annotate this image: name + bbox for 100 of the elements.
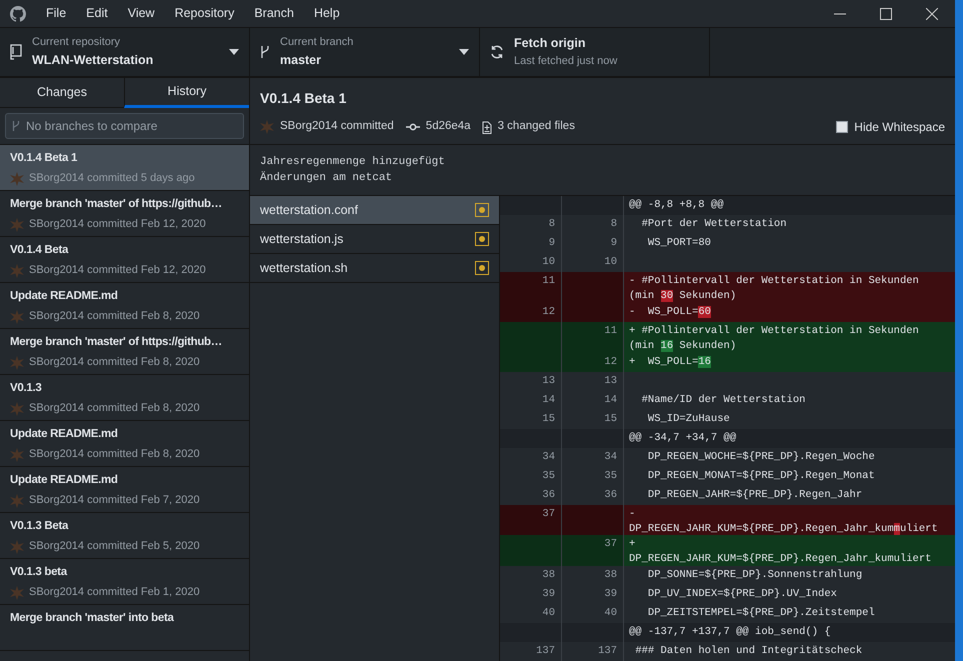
code-line: + #Pollintervall der Wetterstation in Sekunden (min 16 Sekunden)	[628, 324, 920, 352]
avatar-icon	[10, 540, 24, 554]
caret-icon	[229, 49, 239, 55]
sync-icon	[490, 45, 504, 59]
line-number: 12	[500, 302, 562, 322]
commit-meta: SBorg2014 committed Feb 7, 2020	[29, 493, 200, 508]
commit-title: Merge branch 'master' of https://github…	[10, 197, 223, 212]
code-line: - DP_REGEN_JAHR_KUM=${PRE_DP}.Regen_Jahr_kummuliert	[628, 506, 939, 536]
code-line: - WS_POLL=60	[628, 304, 712, 320]
branch-label: Current branch	[280, 35, 354, 50]
avatar-icon	[10, 218, 24, 232]
commit-meta: SBorg2014 committed Feb 12, 2020	[29, 217, 206, 232]
avatar-icon	[10, 494, 24, 508]
modified-status-icon	[475, 261, 489, 275]
avatar-icon	[10, 356, 24, 370]
branch-compare-field[interactable]: No branches to compare	[5, 113, 244, 139]
commit-title: V0.1.4 Beta	[10, 243, 70, 258]
commit-meta: SBorg2014 committed Feb 12, 2020	[29, 263, 206, 278]
branch-selector[interactable]: Current branch master	[250, 28, 480, 76]
code-line: #Name/ID der Wetterstation	[640, 392, 806, 408]
line-number: 13	[500, 372, 562, 390]
commit-meta: SBorg2014 committed Feb 8, 2020	[29, 355, 200, 370]
commit-author: SBorg2014 committed	[280, 119, 394, 134]
menu-item[interactable]: View	[118, 0, 165, 27]
avatar-icon	[260, 120, 274, 134]
commit-title: Update README.md	[10, 289, 119, 304]
code-line: ### Daten holen und Integritätscheck	[634, 644, 864, 659]
changed-files-count: 3 changed files	[498, 119, 575, 134]
menu-item[interactable]: Edit	[76, 0, 118, 27]
avatar-icon	[10, 172, 24, 186]
code-line: DP_REGEN_JAHR=${PRE_DP}.Regen_Jahr	[646, 488, 864, 502]
commit-summary-title: V0.1.4 Beta 1	[260, 89, 348, 108]
menu-item[interactable]: File	[36, 0, 76, 27]
commit-meta: SBorg2014 committed Feb 8, 2020	[29, 447, 200, 462]
line-number: 12	[562, 352, 624, 372]
gutter-cell	[500, 352, 562, 372]
hide-whitespace-checkbox[interactable]	[836, 121, 848, 133]
menu-item[interactable]: Repository	[164, 0, 244, 27]
repository-name: WLAN-Wetterstation	[32, 52, 154, 69]
hide-whitespace-label: Hide Whitespace	[854, 119, 945, 136]
commit-title: Update README.md	[10, 473, 119, 488]
file-diff-icon	[480, 120, 492, 134]
code-line: + DP_REGEN_JAHR_KUM=${PRE_DP}.Regen_Jahr_kumuliert	[628, 537, 932, 566]
gutter-cell	[500, 322, 562, 352]
commit-sha: 5d26e4a	[426, 119, 471, 134]
commit-message-line: Änderungen am netcat	[260, 170, 394, 186]
line-number: 13	[562, 372, 624, 390]
tab[interactable]: History	[124, 78, 249, 108]
commit-meta: SBorg2014 committed Feb 8, 2020	[29, 309, 200, 324]
avatar-icon	[10, 402, 24, 416]
hunk-header: @@ -137,7 +137,7 @@ iob_send() {	[628, 625, 832, 640]
file-name: wetterstation.conf	[260, 202, 358, 219]
code-line: WS_PORT=80	[646, 236, 712, 251]
code-line: DP_REGEN_WOCHE=${PRE_DP}.Regen_Woche	[646, 450, 876, 464]
branch-icon	[260, 44, 270, 60]
commit-title: V0.1.3	[10, 381, 42, 396]
code-line: - #Pollintervall der Wetterstation in Sekunden (min 30 Sekunden)	[628, 274, 920, 303]
avatar-icon	[10, 264, 24, 278]
repository-label: Current repository	[32, 35, 122, 50]
caret-icon	[459, 49, 469, 55]
commit-message-line: Jahresregenmenge hinzugefügt	[260, 155, 446, 170]
fetch-origin-button[interactable]: Fetch origin Last fetched just now	[480, 28, 710, 76]
menu-item[interactable]: Branch	[244, 0, 304, 27]
commit-list-item[interactable]: V0.1.4 Beta 1 SBorg2014 committed 5 days ago	[0, 145, 249, 191]
avatar-icon	[10, 448, 24, 462]
commit-title: V0.1.3 Beta	[10, 519, 70, 534]
commit-meta: SBorg2014 committed Feb 8, 2020	[29, 401, 200, 416]
commit-title: Update README.md	[10, 427, 119, 442]
commit-title: Merge branch 'master' of https://github…	[10, 335, 223, 350]
close-icon[interactable]	[926, 8, 938, 20]
repository-icon	[10, 44, 22, 60]
maximize-icon[interactable]	[880, 8, 892, 20]
modified-status-icon	[475, 232, 489, 246]
hunk-header: @@ -34,7 +34,7 @@	[628, 430, 738, 446]
hunk-header: @@ -8,8 +8,8 @@	[628, 198, 725, 213]
code-line: DP_REGEN_MONAT=${PRE_DP}.Regen_Monat	[646, 468, 876, 484]
line-number: 11	[500, 272, 562, 303]
modified-status-icon	[475, 203, 489, 217]
gutter-cell	[500, 535, 562, 566]
code-line: WS_ID=ZuHause	[646, 412, 731, 426]
fetch-status: Last fetched just now	[514, 54, 618, 70]
line-number: 37	[500, 504, 562, 536]
commit-meta: SBorg2014 committed Feb 5, 2020	[29, 539, 200, 554]
avatar-icon	[10, 310, 24, 324]
changed-file-item[interactable]: wetterstation.conf	[250, 196, 499, 225]
commit-meta: SBorg2014 committed 5 days ago	[29, 171, 195, 186]
repository-selector[interactable]: Current repository WLAN-Wetterstation	[0, 28, 250, 76]
code-line: #Port der Wetterstation	[640, 217, 788, 232]
commit-title: V0.1.3 beta	[10, 565, 68, 580]
line-number: 37	[562, 535, 624, 566]
code-line: DP_SONNE=${PRE_DP}.Sonnenstrahlung	[646, 568, 864, 583]
gutter-cell	[562, 272, 624, 303]
fetch-title: Fetch origin	[514, 35, 587, 52]
menu-item[interactable]: Help	[304, 0, 350, 27]
commit-title: V0.1.4 Beta 1	[10, 151, 78, 166]
code-line: + WS_POLL=16	[628, 354, 712, 370]
commit-meta: SBorg2014 committed Feb 1, 2020	[29, 585, 200, 600]
branch-icon	[12, 120, 20, 132]
file-name: wetterstation.js	[260, 230, 344, 248]
gutter-cell	[562, 302, 624, 322]
